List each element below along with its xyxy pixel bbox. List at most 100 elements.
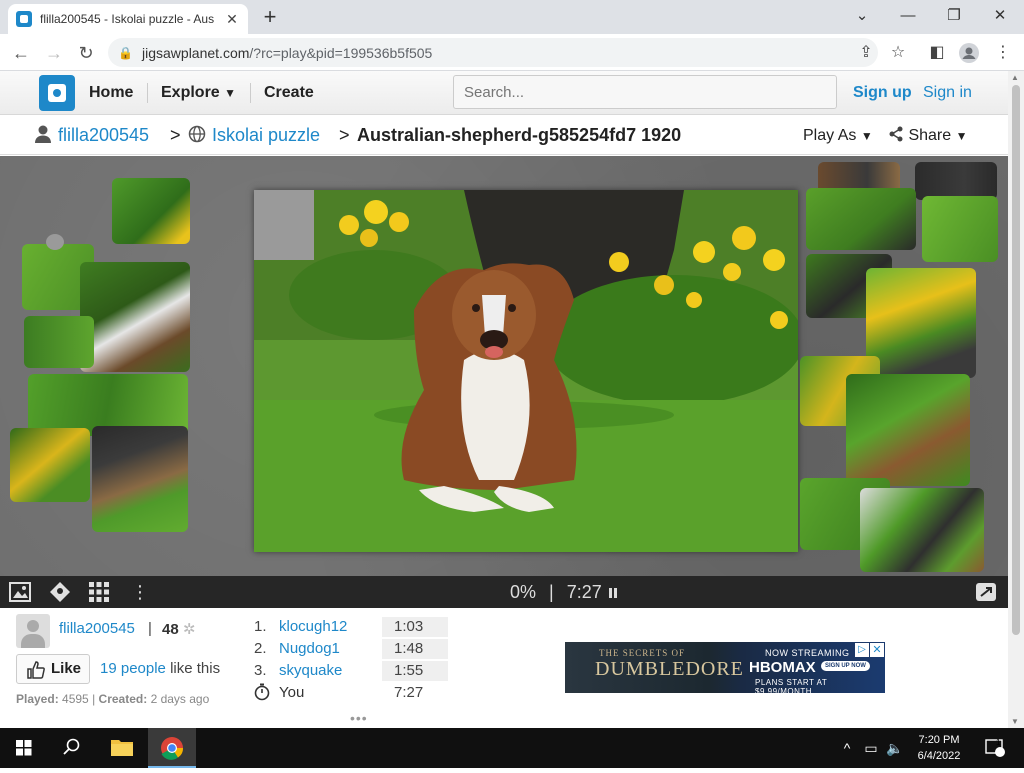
puzzle-piece[interactable] bbox=[24, 316, 94, 368]
puzzle-piece[interactable] bbox=[860, 488, 984, 572]
lock-icon: 🔒 bbox=[118, 45, 133, 60]
puzzle-piece[interactable] bbox=[922, 196, 998, 262]
play-as-dropdown[interactable]: Play As ▼ bbox=[803, 116, 873, 156]
close-tab-icon[interactable]: ✕ bbox=[224, 11, 240, 28]
clock-time: 7:20 PM bbox=[918, 734, 960, 746]
puzzle-board[interactable] bbox=[0, 156, 1008, 576]
nav-explore[interactable]: Explore ▼ bbox=[161, 71, 236, 115]
puzzle-piece-icon: ✲ bbox=[182, 621, 196, 638]
puzzle-count-value: 48 bbox=[162, 621, 179, 638]
stopwatch-icon bbox=[254, 683, 276, 707]
author-name-link[interactable]: flilla200545 bbox=[59, 620, 135, 637]
more-dots-icon[interactable]: ••• bbox=[350, 710, 368, 726]
share-page-icon[interactable]: ⇪ bbox=[853, 40, 879, 66]
forward-arrow-icon[interactable]: → bbox=[41, 40, 67, 66]
chrome-taskbar-icon[interactable] bbox=[148, 728, 196, 768]
puzzle-piece[interactable] bbox=[846, 374, 970, 486]
reload-icon[interactable]: ↻ bbox=[73, 40, 99, 66]
breadcrumb-folder-link[interactable]: Iskolai puzzle bbox=[212, 116, 320, 155]
puzzle-piece[interactable] bbox=[80, 262, 190, 372]
volume-icon[interactable]: 🔈 bbox=[884, 728, 906, 768]
profile-avatar-icon[interactable] bbox=[956, 40, 982, 66]
fullscreen-icon[interactable] bbox=[974, 580, 998, 604]
leaderboard-rank: 2. bbox=[254, 640, 267, 657]
tab-search-chevron-icon[interactable]: ⌄ bbox=[842, 4, 882, 28]
system-clock[interactable]: 7:20 PM 6/4/2022 bbox=[906, 732, 972, 764]
new-tab-button[interactable]: + bbox=[258, 4, 282, 30]
ad-cta-button[interactable]: SIGN UP NOW bbox=[821, 661, 870, 671]
show-hidden-icons-chevron[interactable]: ^ bbox=[838, 728, 856, 768]
breadcrumb-separator: > bbox=[339, 125, 350, 145]
jigsawplanet-favicon bbox=[16, 11, 32, 27]
bookmark-star-icon[interactable]: ☆ bbox=[885, 40, 911, 66]
browser-menu-icon[interactable]: ⋮ bbox=[990, 40, 1016, 66]
leaderboard-player-link[interactable]: skyquake bbox=[279, 661, 342, 681]
play-as-label: Play As bbox=[803, 127, 857, 144]
side-panel-icon[interactable]: ◧ bbox=[924, 40, 950, 66]
close-window-icon[interactable]: ✕ bbox=[980, 4, 1020, 28]
browser-tab[interactable]: flilla200545 - Iskolai puzzle - Aus ✕ bbox=[8, 4, 248, 34]
ghost-image-icon[interactable] bbox=[48, 580, 72, 604]
leaderboard-player-link[interactable]: Nugdog1 bbox=[279, 639, 340, 659]
preview-image-icon[interactable] bbox=[8, 580, 32, 604]
notifications-icon[interactable]: 1 bbox=[982, 728, 1008, 768]
leaderboard-player-link[interactable]: klocugh12 bbox=[279, 617, 347, 637]
progress-divider: | bbox=[549, 582, 554, 602]
progress-percent: 0% bbox=[510, 582, 537, 602]
globe-icon bbox=[188, 116, 206, 155]
nav-divider bbox=[250, 83, 251, 103]
puzzle-piece[interactable] bbox=[866, 268, 976, 378]
search-input[interactable] bbox=[453, 75, 837, 109]
more-options-icon[interactable]: ⋮ bbox=[128, 580, 152, 604]
nav-create[interactable]: Create bbox=[264, 71, 314, 115]
advertisement-banner[interactable]: THE SECRETS OF DUMBLEDORE NOW STREAMING … bbox=[565, 642, 885, 693]
puzzle-piece[interactable] bbox=[46, 234, 64, 250]
ad-brand: HBOMAX bbox=[749, 659, 816, 676]
puzzle-piece[interactable] bbox=[112, 178, 190, 244]
like-button[interactable]: Like bbox=[16, 654, 90, 684]
file-explorer-icon[interactable] bbox=[98, 728, 146, 768]
minimize-window-icon[interactable]: — bbox=[888, 4, 928, 28]
share-dropdown[interactable]: Share ▼ bbox=[888, 116, 968, 156]
author-puzzle-count: 48 ✲ bbox=[162, 620, 195, 638]
address-toolbar: ← → ↻ 🔒 jigsawplanet.com/?rc=play&pid=19… bbox=[0, 34, 1024, 71]
clock-date: 6/4/2022 bbox=[917, 750, 961, 762]
search-icon[interactable] bbox=[48, 728, 96, 768]
scroll-up-icon[interactable]: ▲ bbox=[1011, 73, 1019, 82]
notification-count: 1 bbox=[996, 738, 1001, 747]
address-bar[interactable]: 🔒 jigsawplanet.com/?rc=play&pid=199536b5… bbox=[108, 38, 878, 67]
sign-up-link[interactable]: Sign up bbox=[853, 71, 912, 115]
leaderboard-time: 1:03 bbox=[382, 617, 448, 637]
ad-close-icon[interactable]: ✕ bbox=[870, 643, 884, 657]
played-count: 4595 bbox=[62, 692, 89, 706]
restore-window-icon[interactable]: ❐ bbox=[934, 4, 974, 28]
nav-divider bbox=[147, 83, 148, 103]
scroll-down-icon[interactable]: ▼ bbox=[1011, 717, 1019, 726]
sign-in-link[interactable]: Sign in bbox=[923, 71, 972, 115]
windows-taskbar: ^ ▭ 🔈 7:20 PM 6/4/2022 1 bbox=[0, 728, 1024, 768]
scrollbar-thumb[interactable] bbox=[1012, 85, 1020, 635]
ad-info-icon[interactable]: ▷ bbox=[855, 643, 869, 657]
likes-people-link[interactable]: 19 people bbox=[100, 660, 166, 677]
puzzle-meta: Played: 4595 | Created: 2 days ago bbox=[16, 692, 210, 706]
nav-home[interactable]: Home bbox=[89, 71, 133, 115]
windows-start-icon[interactable] bbox=[0, 728, 48, 768]
arrange-pieces-grid-icon[interactable] bbox=[87, 580, 111, 604]
puzzle-control-bar: ⋮ 0% | 7:27 bbox=[0, 576, 1008, 608]
breadcrumb-user-link[interactable]: flilla200545 bbox=[58, 116, 149, 155]
puzzle-image[interactable] bbox=[254, 190, 798, 552]
page-scrollbar[interactable]: ▲ ▼ bbox=[1008, 71, 1024, 728]
puzzle-piece[interactable] bbox=[92, 426, 188, 532]
network-icon[interactable]: ▭ bbox=[860, 728, 882, 768]
puzzle-piece[interactable] bbox=[806, 188, 916, 250]
leaderboard-you-label: You bbox=[279, 684, 305, 701]
url-host: jigsawplanet.com bbox=[142, 44, 250, 61]
puzzle-piece[interactable] bbox=[10, 428, 90, 502]
author-avatar[interactable] bbox=[16, 614, 50, 648]
puzzle-piece[interactable] bbox=[915, 162, 997, 200]
jigsawplanet-logo[interactable] bbox=[39, 75, 75, 111]
created-date: 2 days ago bbox=[150, 692, 210, 706]
pause-icon[interactable] bbox=[608, 588, 617, 598]
caret-down-icon: ▼ bbox=[955, 129, 968, 143]
back-arrow-icon[interactable]: ← bbox=[8, 40, 34, 66]
